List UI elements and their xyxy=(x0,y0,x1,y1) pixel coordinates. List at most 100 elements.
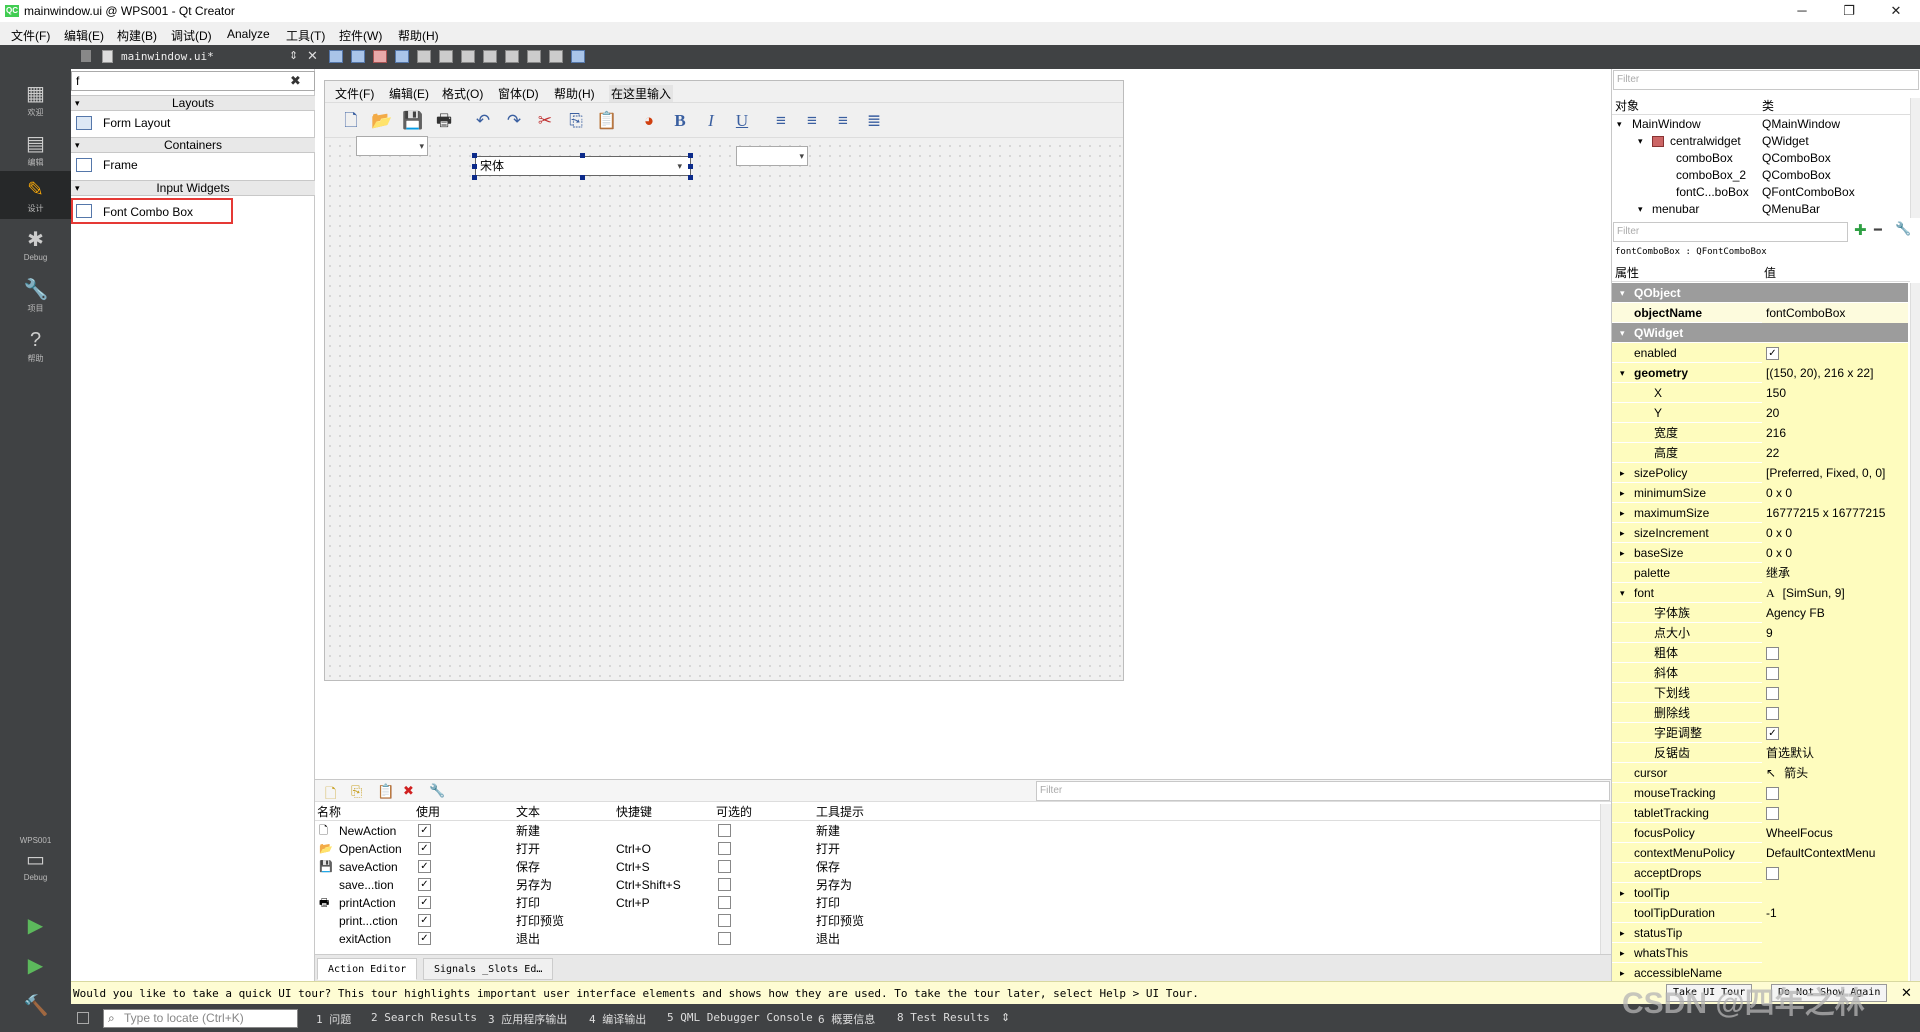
tab-action-editor[interactable]: Action Editor xyxy=(317,958,418,980)
selection-handle[interactable] xyxy=(688,164,693,169)
prop-value[interactable]: 216 xyxy=(1762,423,1908,443)
prop-value[interactable]: WheelFocus xyxy=(1762,823,1908,843)
kerning-checkbox[interactable]: ✓ xyxy=(1766,727,1779,741)
add-property-icon[interactable]: ✚ xyxy=(1854,221,1867,239)
prop-value[interactable]: 150 xyxy=(1762,383,1908,403)
action-row-saveasaction[interactable]: save...tion ✓ 另存为 Ctrl+Shift+S 另存为 xyxy=(315,876,1600,894)
toggle-sidebar-icon[interactable] xyxy=(77,1012,89,1024)
menu-file[interactable]: 文件(F) xyxy=(11,27,50,44)
prop-geometry[interactable]: ▾ geometry [(150, 20), 216 x 22] xyxy=(1612,363,1908,383)
mode-edit[interactable]: ▤ 编辑 xyxy=(0,125,71,173)
output-tab-issues[interactable]: 1 问题 xyxy=(316,1011,351,1027)
enabled-checkbox[interactable]: ✓ xyxy=(1766,347,1779,361)
object-inspector-scrollbar[interactable] xyxy=(1910,98,1920,218)
prop-objectname[interactable]: objectName fontComboBox xyxy=(1612,303,1908,323)
tab-signals-slots-editor[interactable]: Signals _Slots Ed… xyxy=(423,958,554,980)
output-panes-menu-icon[interactable]: ⇕ xyxy=(1001,1011,1010,1024)
menu-debug[interactable]: 调试(D) xyxy=(171,27,212,44)
action-used-checkbox[interactable]: ✓ xyxy=(418,824,431,837)
prop-maximumsize[interactable]: ▸ maximumSize 16777215 x 16777215 xyxy=(1612,503,1908,523)
output-tab-test-results[interactable]: 8 Test Results xyxy=(897,1011,990,1024)
paste-icon[interactable]: 📋 xyxy=(595,110,619,132)
property-column-header[interactable]: 属性 xyxy=(1615,265,1639,282)
copy-icon[interactable]: ⎘ xyxy=(564,110,588,132)
mode-debug[interactable]: ✱ Debug xyxy=(0,221,71,269)
underline-icon[interactable]: U xyxy=(730,110,754,132)
mousetracking-checkbox[interactable] xyxy=(1766,787,1779,801)
action-header-shortcut[interactable]: 快捷键 xyxy=(616,804,652,821)
prop-value[interactable]: 首选默认 xyxy=(1762,743,1908,763)
output-tab-search-results[interactable]: 2 Search Results xyxy=(371,1011,477,1024)
combo-box[interactable]: ▾ xyxy=(356,136,428,156)
prop-value[interactable]: [SimSun, 9] xyxy=(1783,586,1845,600)
prop-point-size[interactable]: 点大小 9 xyxy=(1612,623,1908,643)
prop-geometry-x[interactable]: X 150 xyxy=(1612,383,1908,403)
open-document-name[interactable]: mainwindow.ui* xyxy=(121,50,214,63)
kit-selector[interactable]: WPS001 ▭ Debug xyxy=(0,830,71,900)
prop-mousetracking[interactable]: mouseTracking xyxy=(1612,783,1908,803)
action-header-tooltip[interactable]: 工具提示 xyxy=(816,804,864,821)
prop-focuspolicy[interactable]: focusPolicy WheelFocus xyxy=(1612,823,1908,843)
form-menu-file[interactable]: 文件(F) xyxy=(335,85,374,102)
prop-whatsthis[interactable]: ▸ whatsThis xyxy=(1612,943,1908,963)
acceptdrops-checkbox[interactable] xyxy=(1766,867,1779,881)
section-qobject[interactable]: ▾ QObject xyxy=(1612,283,1908,303)
prop-value[interactable]: 箭头 xyxy=(1784,766,1808,780)
widget-filter-input[interactable]: f xyxy=(76,74,79,88)
action-used-checkbox[interactable]: ✓ xyxy=(418,842,431,855)
action-checkable-checkbox[interactable] xyxy=(718,878,731,891)
widget-filter[interactable]: f ✖ xyxy=(71,71,315,91)
selection-handle[interactable] xyxy=(580,153,585,158)
object-filter-input[interactable]: Filter xyxy=(1613,70,1919,90)
remove-property-icon[interactable]: ━ xyxy=(1874,222,1882,238)
action-checkable-checkbox[interactable] xyxy=(718,842,731,855)
action-checkable-checkbox[interactable] xyxy=(718,860,731,873)
selection-handle[interactable] xyxy=(688,175,693,180)
action-config-icon[interactable]: 🔧 xyxy=(429,783,445,799)
align-left-icon[interactable]: ≡ xyxy=(769,110,793,132)
prop-strikeout[interactable]: 删除线 xyxy=(1612,703,1908,723)
action-checkable-checkbox[interactable] xyxy=(718,896,731,909)
prop-value[interactable]: 16777215 x 16777215 xyxy=(1762,503,1908,523)
prop-kerning[interactable]: 字距调整 ✓ xyxy=(1612,723,1908,743)
action-used-checkbox[interactable]: ✓ xyxy=(418,896,431,909)
break-layout-icon[interactable] xyxy=(549,50,563,63)
cut-icon[interactable]: ✂ xyxy=(533,110,557,132)
prop-value[interactable]: 0 x 0 xyxy=(1762,523,1908,543)
edit-signals-icon[interactable] xyxy=(351,50,365,63)
form-menu-edit[interactable]: 编辑(E) xyxy=(389,85,429,102)
output-tab-general-messages[interactable]: 6 概要信息 xyxy=(818,1011,875,1027)
new-file-icon[interactable]: 🗋 xyxy=(339,110,363,132)
window-titlebar[interactable]: QC mainwindow.ui @ WPS001 - Qt Creator ─… xyxy=(0,0,1920,23)
combo-box-2[interactable]: ▾ xyxy=(736,146,808,166)
selection-handle[interactable] xyxy=(472,164,477,169)
action-row-printaction[interactable]: 🖶 printAction ✓ 打印 Ctrl+P 打印 xyxy=(315,894,1600,912)
prop-geometry-height[interactable]: 高度 22 xyxy=(1612,443,1908,463)
prop-antialias[interactable]: 反锯齿 首选默认 xyxy=(1612,743,1908,763)
form-menu-format[interactable]: 格式(O) xyxy=(442,85,483,102)
class-column-header[interactable]: 类 xyxy=(1762,98,1774,115)
print-icon[interactable]: 🖶 xyxy=(432,110,456,132)
prop-value[interactable]: 0 x 0 xyxy=(1762,543,1908,563)
prop-geometry-width[interactable]: 宽度 216 xyxy=(1612,423,1908,443)
clear-filter-icon[interactable]: ✖ xyxy=(290,73,301,89)
prop-geometry-y[interactable]: Y 20 xyxy=(1612,403,1908,423)
align-center-icon[interactable]: ≡ xyxy=(800,110,824,132)
mode-welcome[interactable]: ▦ 欢迎 xyxy=(0,75,71,123)
value-column-header[interactable]: 值 xyxy=(1764,265,1776,282)
adjust-size-icon[interactable] xyxy=(571,50,585,63)
property-filter-input[interactable]: Filter xyxy=(1613,222,1848,242)
action-row-newaction[interactable]: 🗋 NewAction ✓ 新建 新建 xyxy=(315,822,1600,840)
object-row[interactable]: ▾ centralwidget QWidget xyxy=(1612,133,1910,150)
save-icon[interactable]: 💾 xyxy=(401,110,425,132)
close-infobar-icon[interactable]: ✕ xyxy=(1901,985,1912,1001)
action-header-text[interactable]: 文本 xyxy=(516,804,540,821)
prop-italic[interactable]: 斜体 xyxy=(1612,663,1908,683)
form-menu-window[interactable]: 窗体(D) xyxy=(498,85,539,102)
debug-run-button[interactable]: ▶ xyxy=(0,947,71,987)
prop-value[interactable]: Agency FB xyxy=(1762,603,1908,623)
prop-value[interactable]: 20 xyxy=(1762,403,1908,423)
open-icon[interactable]: 📂 xyxy=(370,110,394,132)
edit-buddies-icon[interactable] xyxy=(373,50,387,63)
action-header-used[interactable]: 使用 xyxy=(416,804,440,821)
